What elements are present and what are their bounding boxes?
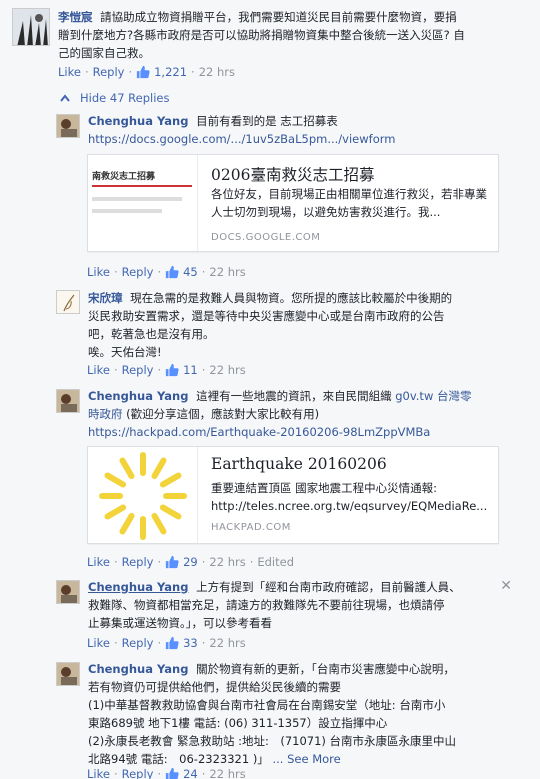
avatar[interactable] bbox=[56, 662, 80, 686]
thumbs-up-icon bbox=[165, 363, 179, 377]
avatar[interactable] bbox=[56, 580, 80, 604]
comment-link[interactable]: https://hackpad.com/Earthquake-20160206-… bbox=[88, 425, 430, 439]
comment-author[interactable]: Chenghua Yang bbox=[88, 662, 188, 676]
like-button[interactable]: Like bbox=[87, 636, 110, 650]
link-title[interactable]: Earthquake 20160206 bbox=[211, 455, 387, 473]
link-preview-card[interactable]: Earthquake 20160206 重要連結置頂區 國家地震工程中心災情通報… bbox=[87, 446, 499, 544]
like-button[interactable]: Like bbox=[87, 555, 110, 569]
comment-text-line: 請協助成立物資捐贈平台，我們需要知道災民目前需要什麼物資，要捐 bbox=[100, 10, 457, 24]
like-count[interactable]: 11 bbox=[183, 363, 198, 377]
comment-text-line: (2)永康長老教會 緊急救助站 :地址: (71071) 台南市永康區永康里中山 bbox=[88, 734, 457, 748]
thumbs-up-icon bbox=[165, 767, 179, 779]
close-icon[interactable]: ✕ bbox=[500, 578, 512, 594]
link-domain: DOCS.GOOGLE.COM bbox=[211, 232, 321, 243]
reply-button[interactable]: Reply bbox=[122, 767, 154, 779]
link-description: 各位好友，目前現場正由相關單位進行救災，若非專業人士切勿到現場，以避免妨害救災進… bbox=[211, 187, 487, 219]
thumbs-up-icon bbox=[165, 265, 179, 279]
comment-author[interactable]: Chenghua Yang bbox=[88, 580, 188, 594]
like-count[interactable]: 45 bbox=[183, 265, 198, 279]
hide-replies-label: Hide 47 Replies bbox=[80, 91, 170, 105]
comment-text-line: 北路94號 電話: 06-2323321 )」 bbox=[88, 752, 269, 766]
like-count[interactable]: 29 bbox=[183, 555, 198, 569]
link-domain: HACKPAD.COM bbox=[211, 522, 291, 533]
timestamp[interactable]: 22 hrs bbox=[209, 767, 245, 779]
sunburst-icon bbox=[99, 452, 187, 540]
like-button[interactable]: Like bbox=[87, 363, 110, 377]
comment-author[interactable]: 宋欣璋 bbox=[88, 291, 123, 305]
comment-text-line: (1)中華基督教救助協會與台南市社會局在台南錫安堂（地址: 台南市小 bbox=[88, 698, 446, 712]
comment-text-line: 贈到什麼地方?各縣市政府是否可以協助將捐贈物資集中整合後統一送入災區? 自 bbox=[58, 28, 465, 42]
hide-replies-button[interactable]: Hide 47 Replies bbox=[60, 91, 169, 105]
tag-link[interactable]: 時政府 bbox=[88, 407, 123, 421]
comment-author[interactable]: 李愷宸 bbox=[58, 10, 93, 24]
comment-link[interactable]: https://docs.google.com/.../1uv5zBaL5pm.… bbox=[88, 132, 395, 146]
like-button[interactable]: Like bbox=[58, 65, 81, 79]
link-thumbnail: 南救災志工招募 bbox=[88, 155, 198, 251]
thumbs-up-icon bbox=[136, 65, 150, 79]
comment-text-line: 上方有提到「經和台南市政府確認，目前醫護人員、 bbox=[196, 580, 461, 594]
link-title[interactable]: 0206臺南救災志工招募 bbox=[211, 163, 374, 185]
reply-button[interactable]: Reply bbox=[122, 636, 154, 650]
comment-text-line: 災民救助安置需求，還是等待中央災害應變中心或是台南市政府的公告 bbox=[88, 309, 445, 323]
timestamp[interactable]: 22 hrs bbox=[209, 363, 245, 377]
comment-text-line: 關於物資有新的更新，「台南市災害應變中心說明， bbox=[196, 662, 455, 676]
link-description: 重要連結置頂區 國家地震工程中心災情通報: bbox=[211, 481, 438, 495]
avatar[interactable] bbox=[56, 114, 80, 138]
reply-button[interactable]: Reply bbox=[122, 363, 154, 377]
thumbs-up-icon bbox=[165, 555, 179, 569]
comment-text-line: 唉。天佑台灣! bbox=[88, 345, 162, 359]
like-button[interactable]: Like bbox=[87, 265, 110, 279]
comment-text: 這裡有一些地震的資訊，來自民間組織 bbox=[196, 389, 396, 403]
timestamp[interactable]: 22 hrs bbox=[209, 265, 245, 279]
avatar[interactable] bbox=[56, 389, 80, 413]
link-thumbnail bbox=[88, 447, 198, 543]
avatar[interactable] bbox=[56, 290, 80, 314]
timestamp[interactable]: 22 hrs bbox=[209, 555, 245, 569]
timestamp[interactable]: 22 hrs bbox=[209, 636, 245, 650]
comment-text-line: 若有物資仍可提供給他們，提供給災民後續的需要 bbox=[88, 680, 341, 694]
chevron-up-icon bbox=[60, 91, 70, 105]
comment-text: 目前有看到的是 志工招募表 bbox=[196, 114, 338, 128]
thumbnail-text: 南救災志工招募 bbox=[92, 172, 156, 182]
reply-button[interactable]: Reply bbox=[122, 265, 154, 279]
avatar[interactable] bbox=[12, 8, 50, 46]
link-description: http://teles.ncree.org.tw/eqsurvey/EQMed… bbox=[211, 499, 488, 513]
comment-text-line: 東路689號 地下1樓 電話: (06) 311-1357）設立指揮中心 bbox=[88, 716, 388, 730]
edited-label[interactable]: Edited bbox=[257, 555, 294, 569]
comment-author[interactable]: Chenghua Yang bbox=[88, 389, 188, 403]
comment-text-line: 吧，乾著急也是沒有用。 bbox=[88, 327, 215, 341]
comment-text-line: 救難隊、物資都相當充足，請遠方的救難隊先不要前往現場，也煩請停 bbox=[88, 598, 445, 612]
comment-text-line: 己的國家自己救。 bbox=[58, 46, 150, 60]
comment-text: (歡迎分享這個，應該對大家比較有用) bbox=[122, 407, 320, 421]
comment-text-line: 止募集或運送物資。」，可以參考看看 bbox=[88, 616, 272, 630]
reply-button[interactable]: Reply bbox=[93, 65, 125, 79]
comment-author[interactable]: Chenghua Yang bbox=[88, 114, 188, 128]
link-preview-card[interactable]: 南救災志工招募 0206臺南救災志工招募 各位好友，目前現場正由相關單位進行救災… bbox=[87, 154, 499, 252]
like-button[interactable]: Like bbox=[87, 767, 110, 779]
thumbs-up-icon bbox=[165, 636, 179, 650]
like-count[interactable]: 1,221 bbox=[154, 65, 187, 79]
like-count[interactable]: 24 bbox=[183, 767, 198, 779]
see-more-link[interactable]: ... See More bbox=[272, 752, 340, 766]
reply-button[interactable]: Reply bbox=[122, 555, 154, 569]
tag-link[interactable]: g0v.tw bbox=[395, 389, 433, 403]
timestamp[interactable]: 22 hrs bbox=[199, 65, 235, 79]
tag-link[interactable]: 台灣零 bbox=[437, 389, 472, 403]
like-count[interactable]: 33 bbox=[183, 636, 198, 650]
comment-text-line: 現在急需的是救難人員與物資。您所提的應該比較屬於中後期的 bbox=[130, 291, 453, 305]
